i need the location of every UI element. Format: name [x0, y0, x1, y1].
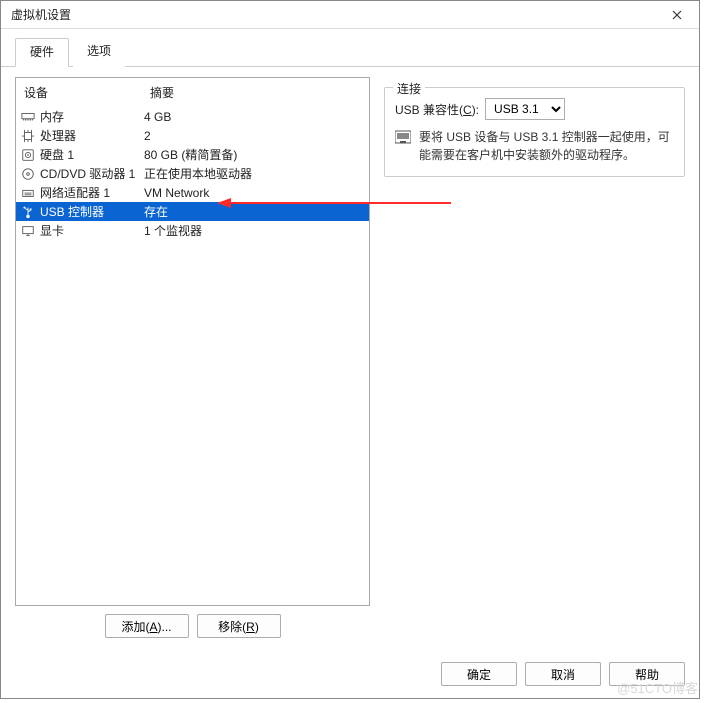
col-header-summary: 摘要: [150, 84, 363, 101]
summary-cell: 1 个监视器: [144, 222, 365, 239]
info-icon: [395, 129, 411, 145]
connection-group: 连接 USB 兼容性(C): USB 3.1 要将 USB 设备与 USB 3.…: [384, 87, 685, 177]
table-row[interactable]: 显卡 1 个监视器: [16, 221, 369, 240]
device-cell: 显卡: [20, 222, 144, 239]
nic-icon: [20, 185, 36, 201]
memory-icon: [20, 109, 36, 125]
summary-cell: 正在使用本地驱动器: [144, 165, 365, 182]
device-cell: CD/DVD 驱动器 1: [20, 165, 144, 182]
left-buttons: 添加(A)... 移除(R): [15, 614, 370, 638]
right-panel: 连接 USB 兼容性(C): USB 3.1 要将 USB 设备与 USB 3.…: [384, 77, 685, 638]
tab-hardware[interactable]: 硬件: [15, 38, 69, 67]
table-row[interactable]: 内存 4 GB: [16, 107, 369, 126]
cpu-icon: [20, 128, 36, 144]
tabs: 硬件 选项: [1, 29, 699, 67]
list-header: 设备 摘要: [16, 78, 369, 107]
help-button[interactable]: 帮助: [609, 662, 685, 686]
add-button[interactable]: 添加(A)...: [105, 614, 189, 638]
device-cell: USB 控制器: [20, 203, 144, 220]
device-name: 网络适配器 1: [40, 184, 110, 201]
add-label: 添加(A)...: [121, 618, 171, 635]
compat-label: USB 兼容性(C):: [395, 101, 479, 118]
device-rows: 内存 4 GB 处理器 2 硬盘 1 80 GB (精简置备) CD/DVD 驱动器 1 正在…: [16, 107, 369, 240]
usb-icon: [20, 204, 36, 220]
device-list: 设备 摘要 内存4 GB处理器2硬盘 180 GB (精简置备)CD/DVD 驱…: [15, 77, 370, 606]
ok-button[interactable]: 确定: [441, 662, 517, 686]
titlebar: 虚拟机设置: [1, 1, 699, 29]
summary-cell: 2: [144, 129, 365, 143]
disk-icon: [20, 147, 36, 163]
col-header-device: 设备: [22, 84, 150, 101]
device-name: CD/DVD 驱动器 1: [40, 165, 135, 182]
device-cell: 处理器: [20, 127, 144, 144]
device-cell: 网络适配器 1: [20, 184, 144, 201]
table-row[interactable]: CD/DVD 驱动器 1 正在使用本地驱动器: [16, 164, 369, 183]
compat-select[interactable]: USB 3.1: [485, 98, 565, 120]
dialog-title: 虚拟机设置: [11, 6, 71, 23]
device-cell: 硬盘 1: [20, 146, 144, 163]
info-text: 要将 USB 设备与 USB 3.1 控制器一起使用，可能需要在客户机中安装额外…: [419, 128, 674, 164]
close-icon: [672, 10, 682, 20]
tab-options[interactable]: 选项: [73, 38, 125, 67]
connection-group-title: 连接: [393, 80, 425, 97]
vm-settings-dialog: 虚拟机设置 硬件 选项 设备 摘要 内存 4 GB 处理器 2 硬盘 1 80 GB (精…: [0, 0, 700, 699]
info-row: 要将 USB 设备与 USB 3.1 控制器一起使用，可能需要在客户机中安装额外…: [395, 128, 674, 164]
device-cell: 内存: [20, 108, 144, 125]
close-button[interactable]: [655, 1, 699, 29]
device-name: USB 控制器: [40, 203, 104, 220]
table-row[interactable]: 硬盘 1 80 GB (精简置备): [16, 145, 369, 164]
compat-row: USB 兼容性(C): USB 3.1: [395, 98, 674, 120]
cd-icon: [20, 166, 36, 182]
summary-cell: 存在: [144, 203, 365, 220]
display-icon: [20, 223, 36, 239]
summary-cell: 80 GB (精简置备): [144, 146, 365, 163]
summary-cell: 4 GB: [144, 110, 365, 124]
table-row[interactable]: 网络适配器 1 VM Network: [16, 183, 369, 202]
table-row[interactable]: USB 控制器 存在: [16, 202, 369, 221]
dialog-buttons: 确定 取消 帮助: [441, 662, 685, 686]
device-name: 处理器: [40, 127, 76, 144]
table-row[interactable]: 处理器 2: [16, 126, 369, 145]
summary-cell: VM Network: [144, 186, 365, 200]
device-name: 硬盘 1: [40, 146, 74, 163]
device-name: 内存: [40, 108, 64, 125]
left-panel: 设备 摘要 内存4 GB处理器2硬盘 180 GB (精简置备)CD/DVD 驱…: [15, 77, 370, 638]
remove-button[interactable]: 移除(R): [197, 614, 281, 638]
cancel-button[interactable]: 取消: [525, 662, 601, 686]
content-area: 设备 摘要 内存4 GB处理器2硬盘 180 GB (精简置备)CD/DVD 驱…: [1, 67, 699, 652]
remove-label: 移除(R): [218, 618, 259, 635]
device-name: 显卡: [40, 222, 64, 239]
